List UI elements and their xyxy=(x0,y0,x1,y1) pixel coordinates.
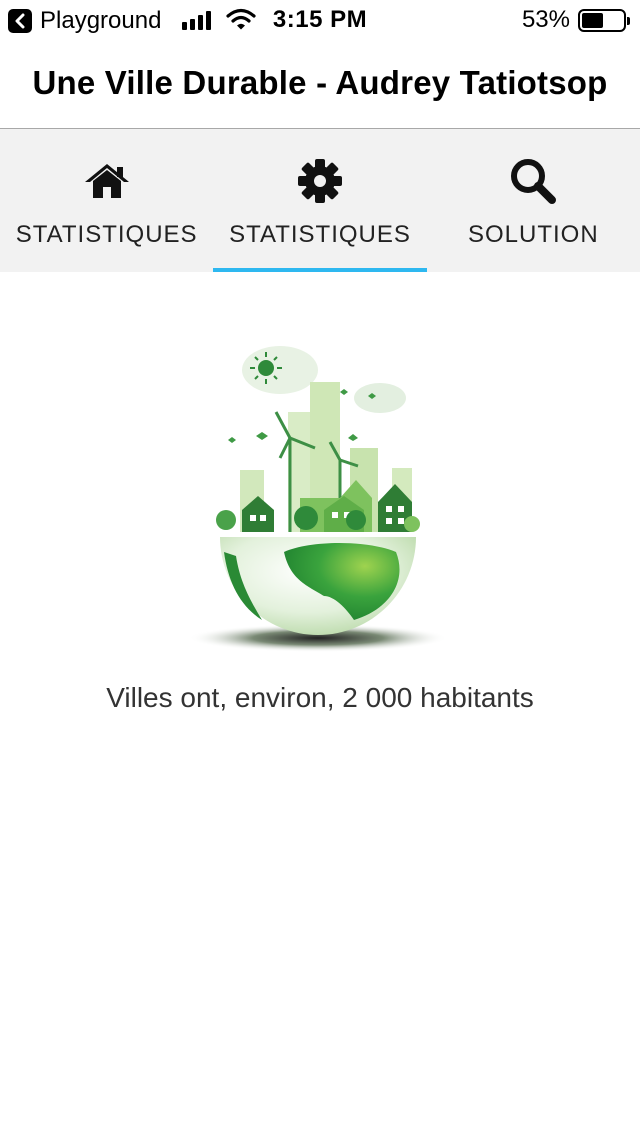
tab-statistiques-home[interactable]: STATISTIQUES xyxy=(0,129,213,272)
gear-icon xyxy=(296,157,344,205)
top-tab-bar: STATISTIQUES STATISTIQUES SOLUTION xyxy=(0,129,640,272)
tab-label: STATISTIQUES xyxy=(15,221,198,248)
battery-fill xyxy=(582,13,604,28)
eco-city-globe-image xyxy=(140,320,500,670)
tab-label: STATISTIQUES xyxy=(229,221,411,248)
main-content: Villes ont, environ, 2 000 habitants xyxy=(0,272,640,1136)
battery-icon xyxy=(578,9,630,32)
home-icon xyxy=(83,157,131,205)
tab-statistiques-settings[interactable]: STATISTIQUES xyxy=(213,129,427,272)
status-bar: Playground 3:15 PM 53% xyxy=(0,0,640,40)
page-title: Une Ville Durable - Audrey Tatiotsop xyxy=(32,64,608,101)
tab-solution[interactable]: SOLUTION xyxy=(427,129,640,272)
battery-percent: 53% xyxy=(521,6,570,33)
tab-label: SOLUTION xyxy=(467,221,599,248)
caption-text: Villes ont, environ, 2 000 habitants xyxy=(106,682,534,713)
app-screen: Playground 3:15 PM 53% Une Ville Durable… xyxy=(0,0,640,1136)
search-icon xyxy=(509,157,557,205)
navigation-header: Une Ville Durable - Audrey Tatiotsop xyxy=(0,40,640,129)
